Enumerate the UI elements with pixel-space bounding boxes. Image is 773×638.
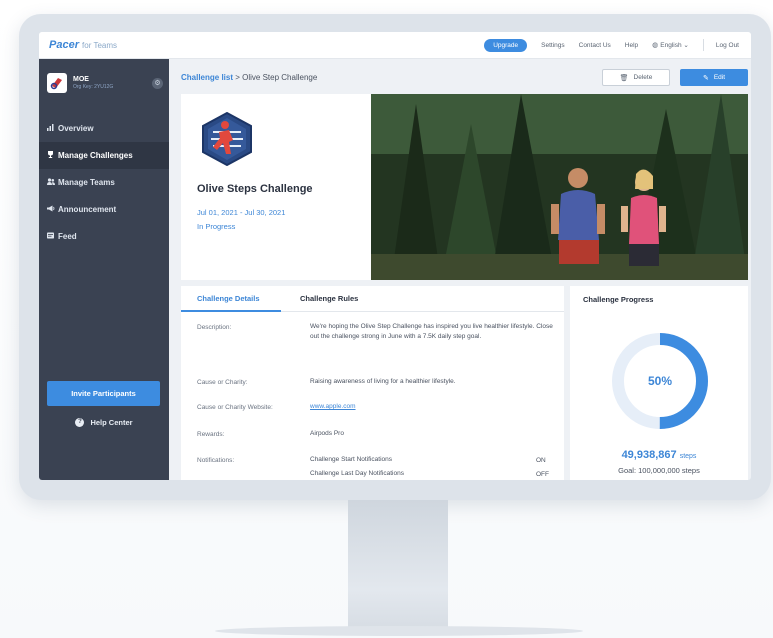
challenge-badge-icon bbox=[202, 112, 252, 166]
tab-challenge-rules[interactable]: Challenge Rules bbox=[300, 294, 358, 303]
settings-link[interactable]: Settings bbox=[541, 42, 565, 49]
cause-website-link[interactable]: www.apple.com bbox=[310, 402, 356, 412]
breadcrumb-current: Olive Step Challenge bbox=[242, 73, 318, 82]
notification-start-label: Challenge Start Notifications bbox=[310, 456, 393, 463]
megaphone-icon bbox=[47, 205, 58, 214]
language-dropdown[interactable]: English ⌄ bbox=[660, 41, 689, 49]
org-logo-icon bbox=[50, 78, 62, 90]
contact-us-link[interactable]: Contact Us bbox=[579, 42, 611, 49]
cause-value: Raising awareness of living for a health… bbox=[310, 378, 456, 385]
org-text: MOE Org Key: 2YU12G bbox=[73, 76, 113, 90]
org-name: MOE bbox=[73, 76, 89, 83]
challenge-title: Olive Steps Challenge bbox=[197, 183, 313, 195]
description-label: Description: bbox=[197, 324, 232, 331]
sidebar: MOE Org Key: 2YU12G ⚙ Overview Manage Ch… bbox=[39, 59, 169, 480]
sidebar-item-announcement[interactable]: Announcement bbox=[39, 196, 169, 223]
description-value: We're hoping the Olive Step Challenge ha… bbox=[310, 323, 553, 340]
sidebar-item-feed[interactable]: Feed bbox=[39, 223, 169, 250]
org-avatar bbox=[47, 73, 67, 93]
feed-icon bbox=[47, 232, 58, 241]
progress-percent: 50% bbox=[648, 374, 672, 388]
delete-button[interactable]: 🗑 Delete bbox=[602, 69, 670, 86]
challenge-summary-card: Olive Steps Challenge Jul 01, 2021 - Jul… bbox=[181, 94, 371, 280]
challenge-progress-card: Challenge Progress 50% 49,938,867 steps … bbox=[570, 286, 748, 480]
breadcrumb-challenge-list-link[interactable]: Challenge list bbox=[181, 73, 233, 82]
rewards-value: Airpods Pro bbox=[310, 430, 344, 437]
notification-last-day-label: Challenge Last Day Notifications bbox=[310, 470, 404, 477]
trash-icon: 🗑 bbox=[619, 74, 629, 82]
challenge-cover-photo bbox=[371, 94, 748, 280]
sidebar-item-label: Manage Challenges bbox=[58, 151, 133, 160]
edit-button[interactable]: ✎ Edit bbox=[680, 69, 748, 86]
steps-value: 49,938,867 bbox=[621, 449, 677, 461]
sidebar-item-label: Overview bbox=[58, 124, 94, 133]
notifications-label: Notifications: bbox=[197, 457, 235, 464]
challenge-details-card: Challenge Details Challenge Rules Descri… bbox=[181, 286, 564, 480]
question-icon: ? bbox=[75, 417, 85, 427]
logo-subtext: for Teams bbox=[82, 41, 118, 50]
edit-label: Edit bbox=[713, 74, 726, 81]
edit-icon: ✎ bbox=[702, 74, 709, 82]
app-screen: Pacer for Teams Upgrade Settings Contact… bbox=[39, 32, 751, 480]
tab-challenge-details[interactable]: Challenge Details bbox=[197, 294, 260, 303]
gear-icon[interactable]: ⚙ bbox=[152, 77, 163, 89]
upgrade-button[interactable]: Upgrade bbox=[484, 38, 528, 52]
divider bbox=[702, 39, 704, 51]
logo-text: Pacer bbox=[49, 39, 79, 51]
language-label: English bbox=[660, 42, 682, 49]
progress-ring: 50% bbox=[612, 333, 708, 429]
trophy-icon bbox=[47, 151, 58, 160]
sidebar-menu: Overview Manage Challenges Manage Teams bbox=[39, 115, 169, 250]
rewards-label: Rewards: bbox=[197, 431, 225, 438]
challenge-dates: Jul 01, 2021 - Jul 30, 2021 bbox=[197, 208, 286, 217]
bar-chart-icon bbox=[47, 124, 58, 133]
monitor-frame: Pacer for Teams Upgrade Settings Contact… bbox=[19, 14, 771, 500]
notification-last-day-state[interactable]: OFF bbox=[536, 471, 549, 478]
org-key: Org Key: 2YU12G bbox=[73, 84, 114, 90]
top-bar: Pacer for Teams Upgrade Settings Contact… bbox=[39, 32, 751, 59]
delete-label: Delete bbox=[633, 74, 653, 81]
steps-count: 49,938,867 steps bbox=[570, 449, 748, 461]
chevron-down-icon: ⌄ bbox=[683, 42, 689, 49]
sidebar-item-label: Announcement bbox=[58, 205, 117, 214]
cause-website-label: Cause or Charity Website: bbox=[197, 404, 273, 411]
help-center-link[interactable]: ? Help Center bbox=[39, 415, 169, 429]
logout-link[interactable]: Log Out bbox=[716, 42, 739, 49]
sidebar-item-label: Manage Teams bbox=[58, 178, 115, 187]
users-icon bbox=[47, 178, 58, 187]
app-logo[interactable]: Pacer for Teams bbox=[49, 39, 117, 51]
notification-start-state[interactable]: ON bbox=[536, 457, 546, 464]
stage: Pacer for Teams Upgrade Settings Contact… bbox=[0, 0, 773, 638]
breadcrumb-separator: > bbox=[233, 73, 243, 82]
help-center-label: Help Center bbox=[90, 417, 133, 427]
sidebar-item-manage-teams[interactable]: Manage Teams bbox=[39, 169, 169, 196]
monitor-base bbox=[215, 626, 583, 636]
sidebar-item-manage-challenges[interactable]: Manage Challenges bbox=[39, 142, 169, 169]
help-link[interactable]: Help bbox=[625, 42, 638, 49]
org-header: MOE Org Key: 2YU12G ⚙ bbox=[47, 71, 163, 95]
active-tab-indicator bbox=[181, 310, 281, 312]
details-tabs: Challenge Details Challenge Rules bbox=[181, 286, 564, 312]
invite-participants-button[interactable]: Invite Participants bbox=[47, 381, 160, 406]
challenge-status: In Progress bbox=[197, 222, 236, 231]
globe-icon: ◍ bbox=[652, 42, 659, 49]
top-nav: Upgrade Settings Contact Us Help ◍ Engli… bbox=[484, 38, 751, 52]
sidebar-item-label: Feed bbox=[58, 232, 77, 241]
progress-title: Challenge Progress bbox=[583, 295, 654, 304]
sidebar-item-overview[interactable]: Overview bbox=[39, 115, 169, 142]
cause-label: Cause or Charity: bbox=[197, 379, 248, 386]
steps-unit: steps bbox=[679, 453, 697, 460]
breadcrumb: Challenge list > Olive Step Challenge bbox=[181, 73, 317, 82]
monitor-stand bbox=[348, 500, 448, 628]
steps-goal: Goal: 100,000,000 steps bbox=[618, 466, 700, 475]
